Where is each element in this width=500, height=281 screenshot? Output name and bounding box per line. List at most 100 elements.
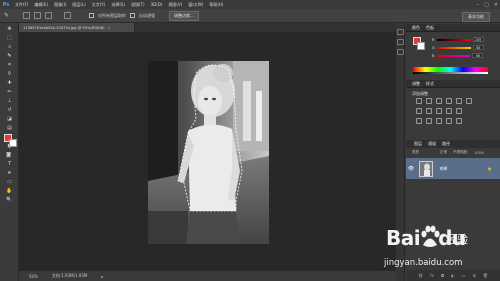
menu-filter[interactable]: 滤镜(T): [128, 2, 148, 8]
menu-view[interactable]: 视图(V): [165, 2, 185, 8]
background-color-swatch[interactable]: [9, 139, 17, 147]
lasso-tool-icon[interactable]: ↄ: [6, 44, 13, 50]
subtract-selection-icon[interactable]: [45, 12, 53, 19]
watermark-url: jingyan.baidu.com: [384, 258, 463, 268]
healing-brush-tool-icon[interactable]: ✚: [6, 80, 13, 86]
slider-g[interactable]: G 66: [432, 45, 484, 50]
move-tool-icon[interactable]: ✥: [6, 26, 13, 32]
menu-layer[interactable]: 图层(L): [69, 2, 88, 8]
menu-file[interactable]: 文件(F): [12, 2, 31, 8]
hue-icon[interactable]: [466, 98, 472, 104]
new-layer-icon[interactable]: ⊞: [472, 273, 475, 278]
document-image[interactable]: [148, 61, 269, 244]
tab-paths[interactable]: 路径: [442, 141, 450, 147]
brush-tool-icon[interactable]: ✏: [6, 89, 13, 95]
photoshop-window: Ps 文件(F) 编辑(E) 图像(I) 图层(L) 文字(Y) 选择(S) 滤…: [0, 0, 500, 281]
path-selection-tool-icon[interactable]: ➤: [6, 170, 13, 176]
color-balance-icon[interactable]: [416, 108, 422, 114]
tab-color[interactable]: 颜色: [412, 25, 420, 31]
properties-panel-icon[interactable]: [397, 49, 404, 55]
color-lookup-icon[interactable]: [456, 108, 462, 114]
maximize-button[interactable]: □: [484, 2, 489, 8]
crop-tool-icon[interactable]: ⌗: [6, 62, 13, 68]
menu-3d[interactable]: 3D(D): [148, 2, 166, 7]
invert-icon[interactable]: [416, 118, 422, 124]
selective-color-icon[interactable]: [456, 118, 462, 124]
curves-icon[interactable]: [436, 98, 442, 104]
tab-close-icon[interactable]: ×: [107, 26, 110, 30]
slider-r[interactable]: R 209: [432, 37, 484, 42]
history-panel-icon[interactable]: [397, 29, 404, 35]
layer-style-icon[interactable]: fx: [430, 273, 434, 278]
hand-tool-icon[interactable]: ✋: [6, 188, 13, 194]
tab-styles[interactable]: 样式: [426, 81, 434, 87]
tab-swatches[interactable]: 色板: [426, 25, 434, 31]
layer-name[interactable]: 背景: [439, 166, 447, 172]
refine-edge-button[interactable]: 调整边缘...: [169, 10, 199, 21]
blend-mode-select[interactable]: 正常: [440, 150, 447, 155]
threshold-icon[interactable]: [436, 118, 442, 124]
type-tool-icon[interactable]: T: [6, 161, 13, 167]
slider-b-value[interactable]: 66: [472, 53, 484, 58]
quick-mask-icon[interactable]: ◙: [5, 152, 12, 158]
minimize-button[interactable]: –: [477, 2, 480, 8]
posterize-icon[interactable]: [426, 118, 432, 124]
layer-row-background[interactable]: 👁 背景 🔒: [406, 158, 500, 179]
black-white-icon[interactable]: [426, 108, 432, 114]
status-menu-arrow[interactable]: ▸: [101, 274, 103, 279]
menu-image[interactable]: 图像(I): [51, 2, 69, 8]
new-selection-icon[interactable]: [23, 12, 31, 19]
clone-stamp-tool-icon[interactable]: ⊥: [6, 98, 13, 104]
window-controls: – □ ✕: [477, 0, 498, 9]
color-panel-tabs: 颜色 色板: [406, 24, 500, 32]
layer-kind-select[interactable]: 类型: [412, 150, 419, 155]
document-tab[interactable]: 11365761e4b02b-20472a.jpg @ 50%(RGB/8) ×: [19, 23, 135, 32]
grayscale-ramp[interactable]: [413, 72, 488, 74]
channel-mixer-icon[interactable]: [446, 108, 452, 114]
opacity-label: 不透明度:: [453, 150, 469, 154]
eraser-tool-icon[interactable]: ◪: [6, 116, 13, 122]
menu-type[interactable]: 文字(Y): [89, 2, 109, 8]
actions-panel-icon[interactable]: [397, 39, 404, 45]
quick-select-tool-icon[interactable]: ✎: [6, 53, 13, 59]
new-adjustment-icon[interactable]: ◐: [451, 273, 455, 278]
tab-adjustments[interactable]: 调整: [412, 81, 420, 87]
color-panel-bg-swatch[interactable]: [417, 42, 425, 50]
shape-tool-icon[interactable]: ▭: [6, 179, 13, 185]
tab-layers[interactable]: 图层: [414, 141, 422, 147]
levels-icon[interactable]: [426, 98, 432, 104]
zoom-level[interactable]: 50%: [29, 274, 38, 279]
sample-all-checkbox[interactable]: [89, 13, 95, 18]
auto-enhance-checkbox[interactable]: [130, 13, 136, 18]
vibrance-icon[interactable]: [456, 98, 462, 104]
visibility-eye-icon[interactable]: 👁: [406, 166, 416, 172]
brush-size-icon[interactable]: [64, 12, 72, 19]
add-selection-icon[interactable]: [34, 12, 42, 19]
tab-channels[interactable]: 通道: [428, 141, 436, 147]
photo-filter-icon[interactable]: [436, 108, 442, 114]
delete-layer-icon[interactable]: 🗑: [483, 273, 488, 278]
close-button[interactable]: ✕: [494, 2, 498, 8]
brightness-icon[interactable]: [416, 98, 422, 104]
opacity-value[interactable]: 100%: [474, 151, 484, 155]
eyedropper-tool-icon[interactable]: ⚲: [6, 71, 13, 77]
exposure-icon[interactable]: [446, 98, 452, 104]
menu-window[interactable]: 窗口(W): [185, 2, 206, 8]
zoom-tool-icon[interactable]: 🔍: [6, 197, 13, 203]
gradient-tool-icon[interactable]: ▤: [6, 125, 13, 131]
menu-help[interactable]: 帮助(H): [206, 2, 226, 8]
marquee-tool-icon[interactable]: ⬚: [6, 35, 13, 41]
slider-g-value[interactable]: 66: [472, 45, 484, 50]
add-mask-icon[interactable]: ◘: [441, 273, 444, 278]
new-group-icon[interactable]: ▭: [462, 273, 466, 278]
menu-select[interactable]: 选择(S): [108, 2, 128, 8]
menu-edit[interactable]: 编辑(E): [31, 2, 51, 8]
lock-icon: 🔒: [487, 166, 492, 171]
quick-selection-tool-icon[interactable]: ✎: [4, 12, 9, 19]
gradient-map-icon[interactable]: [446, 118, 452, 124]
workspace-select[interactable]: 基本功能: [462, 12, 490, 22]
slider-b[interactable]: B 66: [432, 53, 484, 58]
slider-r-value[interactable]: 209: [472, 37, 484, 42]
history-brush-tool-icon[interactable]: ↺: [6, 107, 13, 113]
link-layers-icon[interactable]: ⛓: [418, 273, 423, 278]
